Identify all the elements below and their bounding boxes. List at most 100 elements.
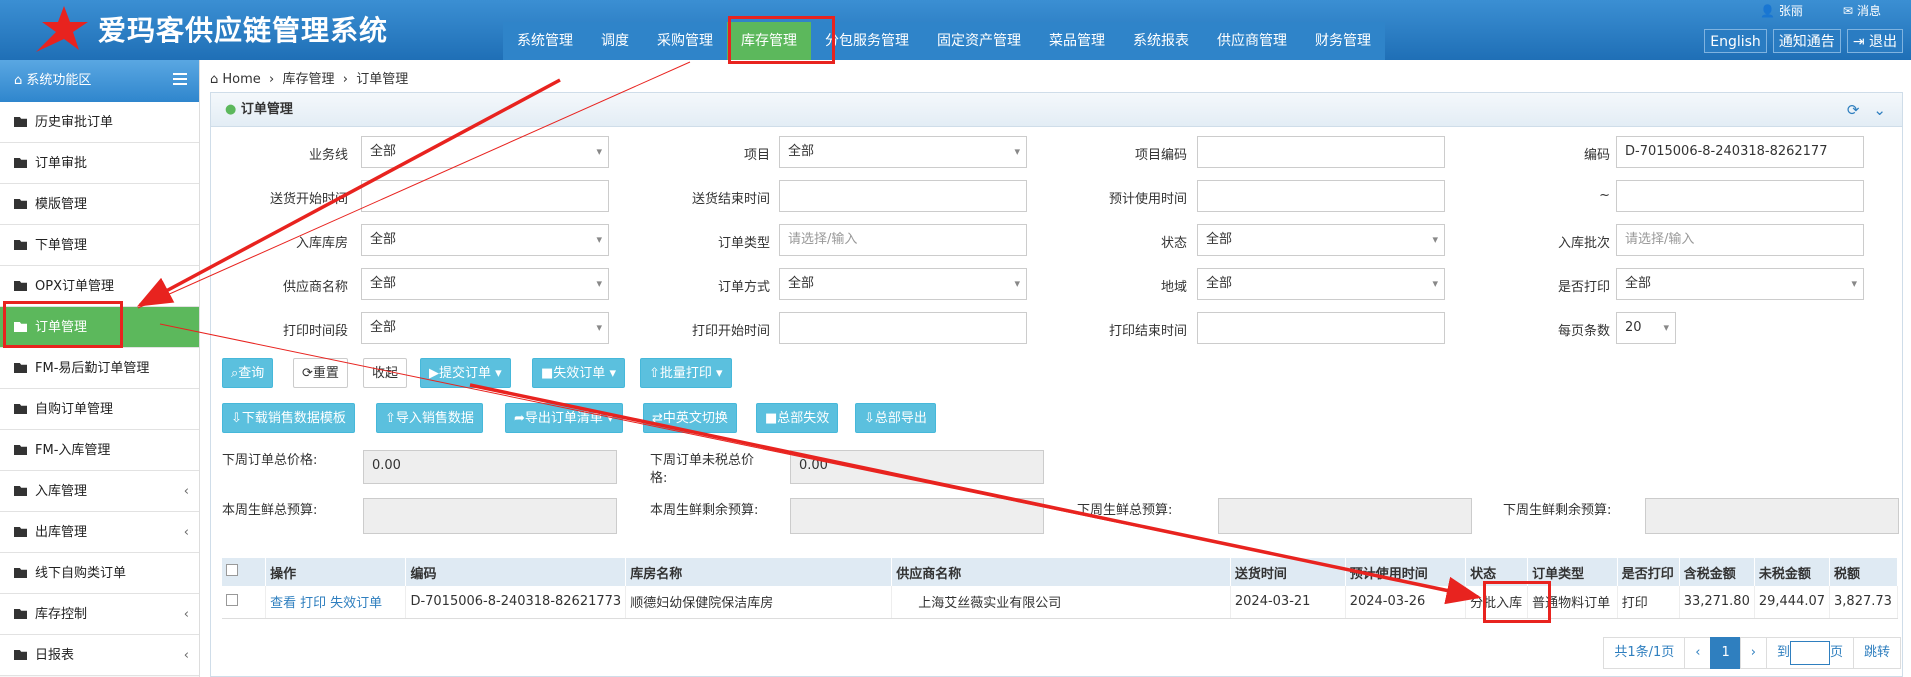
sidebar-item-label: FM-入库管理	[35, 443, 111, 458]
sidebar-item-12[interactable]: 库存控制 ‹	[0, 594, 199, 635]
query-button[interactable]: ⌕查询	[222, 358, 274, 388]
export-orders-button[interactable]: ➦导出订单清单 ▾	[505, 403, 623, 433]
sidebar-item-6[interactable]: FM-易后勤订单管理	[0, 348, 199, 389]
order-mode-select[interactable]: 全部	[779, 268, 1027, 300]
invalidate-order-label: 失效订单	[553, 366, 606, 381]
sidebar-item-label: FM-易后勤订单管理	[35, 361, 150, 376]
expected-cell: 2024-03-26	[1345, 586, 1467, 619]
region-select[interactable]: 全部	[1197, 268, 1445, 300]
chevron-left-icon: ‹	[183, 525, 189, 540]
reset-label: 重置	[312, 366, 339, 381]
nav-finance[interactable]: 财务管理	[1301, 22, 1385, 60]
invalidate-link[interactable]: 失效订单	[330, 596, 382, 611]
folder-icon	[14, 363, 27, 373]
sidebar-item-2[interactable]: 模版管理	[0, 184, 199, 225]
warehouse-select[interactable]: 全部	[361, 224, 609, 256]
breadcrumb-level1[interactable]: 库存管理	[283, 72, 335, 87]
messages-label: 消息	[1856, 4, 1881, 18]
jump-button[interactable]: 跳转	[1852, 637, 1901, 669]
goto-suffix: 页	[1829, 645, 1843, 660]
lang-switch-button[interactable]: ⇄中英文切换	[643, 403, 737, 433]
collapse-chevron-icon[interactable]: ⌄	[1873, 93, 1886, 127]
nav-fixed-assets[interactable]: 固定资产管理	[923, 22, 1035, 60]
nav-dispatch[interactable]: 调度	[587, 22, 643, 60]
batch-input[interactable]: 请选择/输入	[1616, 224, 1864, 256]
nav-suppliers[interactable]: 供应商管理	[1203, 22, 1301, 60]
logout-button[interactable]: ⇥ 退出	[1846, 29, 1903, 53]
order-type-label: 订单类型	[717, 236, 770, 251]
print-start-input[interactable]	[779, 312, 1027, 344]
nav-purchase[interactable]: 采购管理	[643, 22, 727, 60]
sidebar-item-label: 订单审批	[35, 156, 88, 171]
sidebar-item-8[interactable]: FM-入库管理	[0, 430, 199, 471]
nav-dishes[interactable]: 菜品管理	[1035, 22, 1119, 60]
hq-export-button[interactable]: ⇩总部导出	[855, 403, 936, 433]
hq-invalidate-button[interactable]: ■总部失效	[756, 403, 839, 433]
highlight-nav-inventory	[728, 16, 835, 64]
pager-current[interactable]: 1	[1710, 637, 1741, 669]
notice-button[interactable]: 通知通告	[1772, 29, 1841, 53]
pager-summary: 共1条/1页	[1603, 637, 1686, 669]
pager-next[interactable]: ›	[1739, 637, 1767, 669]
pager-prev[interactable]: ‹	[1684, 637, 1712, 669]
collapse-button[interactable]: 收起	[363, 358, 408, 388]
download-icon: ⇩	[864, 411, 875, 426]
expected-use-input[interactable]	[1197, 180, 1445, 212]
swap-icon: ⇄	[652, 411, 663, 426]
delivery-start-input[interactable]	[361, 180, 609, 212]
business-line-select[interactable]: 全部	[361, 136, 609, 168]
row-checkbox[interactable]	[226, 593, 238, 606]
orders-table: 操作 编码 库房名称 供应商名称 送货时间 预计使用时间 状态 订单类型 是否打印 含税金额 未税金…	[222, 558, 1898, 619]
project-code-input[interactable]	[1197, 136, 1445, 168]
delivery-end-input[interactable]	[779, 180, 1027, 212]
sidebar-item-3[interactable]: 下单管理	[0, 225, 199, 266]
sidebar-item-0[interactable]: 历史审批订单	[0, 102, 199, 143]
view-link[interactable]: 查看	[270, 596, 296, 611]
messages-link[interactable]: ✉ 消息	[1843, 2, 1881, 19]
sidebar-item-9[interactable]: 入库管理 ‹	[0, 471, 199, 512]
breadcrumb-home[interactable]: Home	[222, 72, 260, 87]
submit-order-button[interactable]: ▶提交订单 ▾	[420, 358, 511, 388]
user-link[interactable]: 👤 张丽	[1760, 2, 1803, 19]
sidebar-item-label: 下单管理	[35, 238, 88, 253]
english-button[interactable]: English	[1704, 29, 1767, 53]
printed-select[interactable]: 全部	[1616, 268, 1864, 300]
batch-print-button[interactable]: ⇧批量打印 ▾	[640, 358, 732, 388]
nav-system[interactable]: 系统管理	[503, 22, 587, 60]
sidebar-item-label: OPX订单管理	[35, 279, 114, 294]
import-sales-label: 导入销售数据	[395, 411, 474, 426]
code-input[interactable]: D-7015006-8-240318-8262177	[1616, 136, 1864, 168]
project-select[interactable]: 全部	[779, 136, 1027, 168]
play-icon: ▶	[429, 366, 439, 381]
sidebar-item-11[interactable]: 线下自购类订单	[0, 553, 199, 594]
goto-page-input[interactable]	[1789, 640, 1830, 665]
column-header: 是否打印	[1617, 558, 1680, 586]
refresh-icon[interactable]: ⟳	[1847, 93, 1860, 127]
app-header: 爱玛客供应链管理系统 系统管理 调度 采购管理 库存管理 分包服务管理 固定资产…	[0, 0, 1911, 60]
invalidate-order-button[interactable]: ■失效订单 ▾	[532, 358, 625, 388]
reset-button[interactable]: ⟳重置	[293, 358, 348, 388]
print-period-select[interactable]: 全部	[361, 312, 609, 344]
status-select[interactable]: 全部	[1197, 224, 1445, 256]
import-sales-button[interactable]: ⇧导入销售数据	[376, 403, 483, 433]
sidebar-item-1[interactable]: 订单审批	[0, 143, 199, 184]
sidebar-item-7[interactable]: 自购订单管理	[0, 389, 199, 430]
order-type-input[interactable]: 请选择/输入	[779, 224, 1027, 256]
sidebar-item-13[interactable]: 日报表 ‹	[0, 635, 199, 676]
logout-label: 退出	[1869, 34, 1897, 50]
sidebar-item-10[interactable]: 出库管理 ‹	[0, 512, 199, 553]
page-size-select[interactable]: 20	[1616, 312, 1676, 344]
nav-reports[interactable]: 系统报表	[1119, 22, 1203, 60]
table-header-row: 操作 编码 库房名称 供应商名称 送货时间 预计使用时间 状态 订单类型 是否打印 含税金额 未税金…	[222, 558, 1898, 586]
hamburger-icon[interactable]	[173, 73, 187, 85]
table-row: 查看 打印 失效订单 D-7015006-8-240318-82621773 顺德妇幼保…	[222, 586, 1898, 619]
page-size-label: 每页条数	[1557, 324, 1610, 339]
home-icon: ⌂	[14, 73, 27, 88]
sidebar-item-label: 线下自购类订单	[35, 566, 127, 581]
supplier-select[interactable]: 全部	[361, 268, 609, 300]
print-end-input[interactable]	[1197, 312, 1445, 344]
print-link[interactable]: 打印	[300, 596, 326, 611]
select-all-checkbox[interactable]	[226, 564, 238, 576]
download-template-button[interactable]: ⇩下载销售数据模板	[222, 403, 355, 433]
tilde-input[interactable]	[1616, 180, 1864, 212]
